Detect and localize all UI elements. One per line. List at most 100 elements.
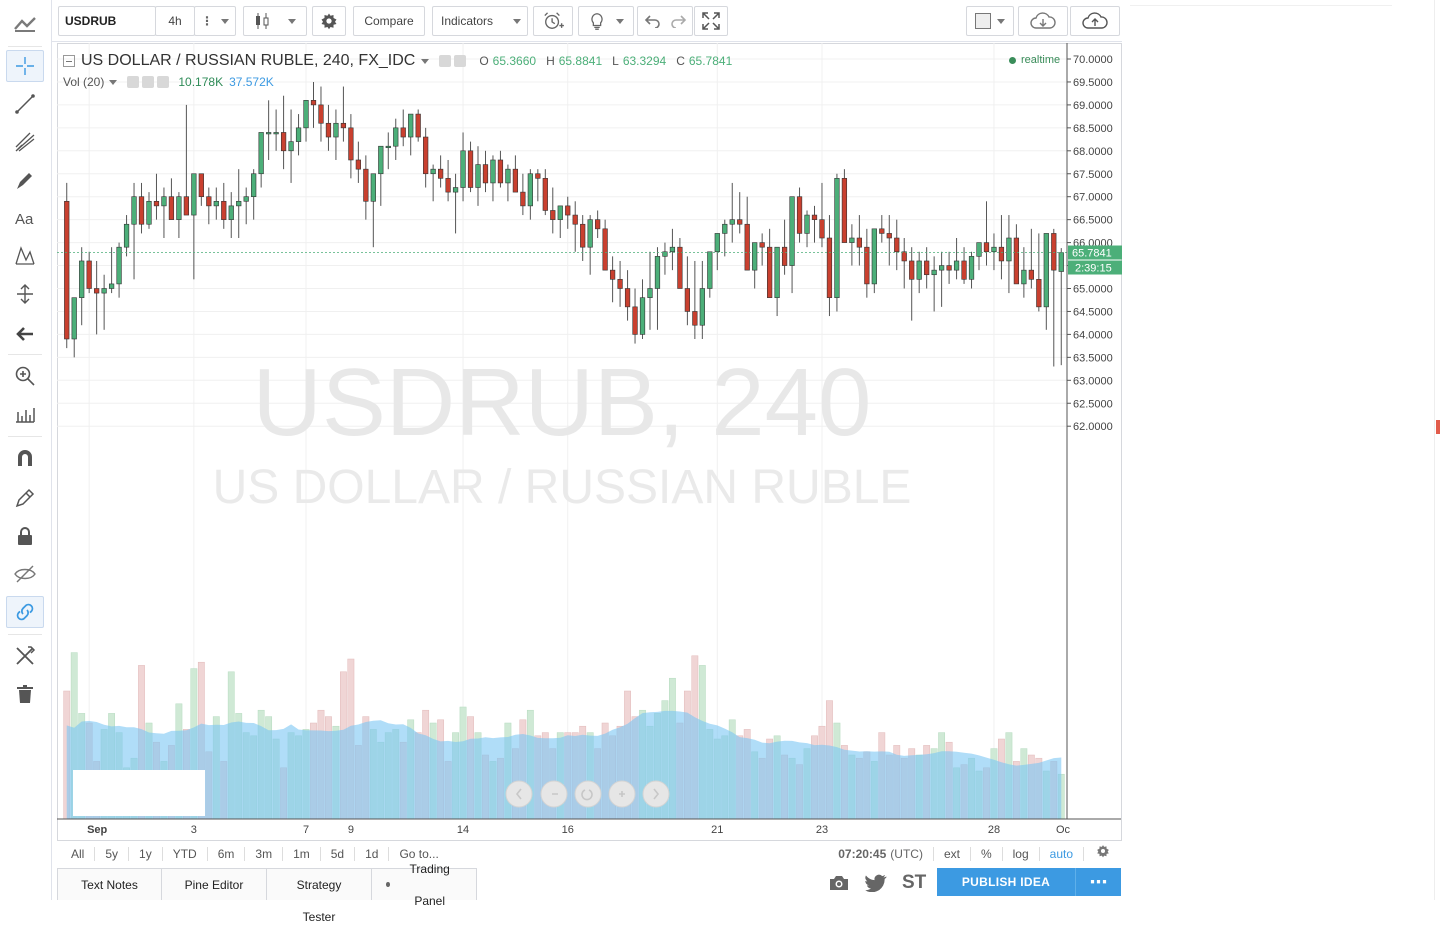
high-label: H <box>546 54 555 68</box>
collapse-legend-icon[interactable] <box>63 55 75 67</box>
indicators-button[interactable]: Indicators <box>432 6 528 36</box>
candle-body <box>639 297 646 335</box>
publish-idea-button[interactable]: PUBLISH IDEA ⋯ <box>937 868 1121 896</box>
stay-in-drawing-mode-icon[interactable] <box>6 482 44 514</box>
load-chart-button[interactable] <box>1018 6 1068 36</box>
tab-text-notes[interactable]: Text Notes <box>57 868 162 900</box>
measure-ruler-icon[interactable] <box>6 398 44 430</box>
candle <box>64 182 70 349</box>
lightbulb-icon <box>591 13 603 30</box>
candle <box>609 256 616 303</box>
more-options-icon[interactable]: ⋯ <box>1076 872 1121 893</box>
chart-canvas[interactable]: USDRUB, 240 US DOLLAR / RUSSIAN RUBLE 70… <box>57 43 1122 841</box>
pattern-tool-icon[interactable] <box>6 240 44 272</box>
scroll-left-button[interactable] <box>505 780 533 808</box>
candle <box>363 155 369 220</box>
candle <box>258 132 264 188</box>
magnet-icon[interactable] <box>6 442 44 474</box>
range-5y-button[interactable]: 5y <box>95 842 128 866</box>
twitter-icon[interactable] <box>865 874 887 892</box>
back-arrow-icon[interactable] <box>6 318 44 350</box>
volume-format-icon[interactable] <box>127 76 140 88</box>
lock-icon[interactable] <box>6 520 44 552</box>
time-tick-label: 21 <box>711 824 723 836</box>
log-scale-button[interactable]: log <box>1003 842 1039 866</box>
trendline-tool-icon[interactable] <box>6 88 44 120</box>
crosshair-tool-icon[interactable] <box>6 50 44 82</box>
candle-body <box>752 242 758 271</box>
candle-body <box>953 260 960 271</box>
measure-tool-icon[interactable] <box>6 278 44 310</box>
trash-icon[interactable] <box>6 678 44 710</box>
range-ytd-button[interactable]: YTD <box>163 842 207 866</box>
auto-scale-button[interactable]: auto <box>1040 842 1083 866</box>
time-tick-label: 14 <box>457 824 469 836</box>
candle-body <box>841 178 848 243</box>
candle-body <box>707 251 713 289</box>
create-alert-button[interactable] <box>533 6 573 36</box>
zoom-in-icon[interactable] <box>6 360 44 392</box>
chevron-down-icon[interactable] <box>109 79 118 85</box>
compare-button[interactable]: Compare <box>353 6 425 36</box>
symbol-search-input[interactable]: USDRUB <box>58 6 156 36</box>
interval-button[interactable]: 4h <box>155 6 195 36</box>
percent-scale-button[interactable]: % <box>971 842 1002 866</box>
stocktwits-icon[interactable]: ST <box>902 872 926 894</box>
candle <box>505 164 511 202</box>
fullscreen-button[interactable] <box>694 6 728 36</box>
sync-drawings-link-icon[interactable] <box>6 596 44 628</box>
candle-body <box>1036 279 1042 308</box>
chart-style-button[interactable] <box>243 6 307 36</box>
candle-body <box>722 223 728 234</box>
save-chart-button[interactable] <box>1070 6 1120 36</box>
candle-body <box>834 178 840 298</box>
scroll-right-button[interactable] <box>642 780 670 808</box>
candle <box>438 155 444 188</box>
range-1m-button[interactable]: 1m <box>283 842 320 866</box>
range-5d-button[interactable]: 5d <box>321 842 354 866</box>
chevron-down-icon[interactable] <box>421 58 430 64</box>
series-hide-icon[interactable] <box>454 55 467 67</box>
watermark-name: US DOLLAR / RUSSIAN RUBLE <box>213 461 912 514</box>
range-all-button[interactable]: All <box>57 842 94 866</box>
series-format-icon[interactable] <box>439 55 452 67</box>
text-tool-icon[interactable]: Aa <box>6 202 44 234</box>
layout-button[interactable] <box>966 6 1014 36</box>
tools-icon[interactable] <box>6 640 44 672</box>
ideas-stream-button[interactable] <box>578 6 634 36</box>
candle-body <box>512 168 519 193</box>
tradingview-logo-icon[interactable] <box>6 8 44 40</box>
candle <box>752 242 758 289</box>
candle-body <box>221 200 227 220</box>
clock-timezone[interactable]: (UTC) <box>888 842 933 866</box>
range-1d-button[interactable]: 1d <box>355 842 388 866</box>
pitchfork-tool-icon[interactable] <box>6 126 44 158</box>
candle <box>101 274 107 330</box>
tab-strategy-tester[interactable]: Strategy Tester <box>266 868 372 924</box>
axis-settings-button[interactable] <box>1084 842 1122 866</box>
tab-trading-panel[interactable]: Trading Panel <box>371 862 477 908</box>
candle-body <box>550 210 556 220</box>
candle <box>774 246 780 317</box>
tab-pine-editor[interactable]: Pine Editor <box>161 868 267 900</box>
hide-drawings-icon[interactable] <box>6 558 44 590</box>
price-axis[interactable]: 70.0000 69.5000 69.0000 68.5000 68.0000 67.50… <box>1066 43 1113 819</box>
brush-tool-icon[interactable] <box>6 164 44 196</box>
time-axis[interactable]: Sep 3 7 9 14 16 21 23 28 Oc <box>57 818 1121 836</box>
range-3m-button[interactable]: 3m <box>245 842 282 866</box>
volume-settings-icon[interactable] <box>142 76 155 88</box>
interval-dropdown[interactable]: ⋮ <box>194 6 236 36</box>
candle <box>737 192 743 234</box>
volume-remove-icon[interactable] <box>157 76 170 88</box>
range-6m-button[interactable]: 6m <box>208 842 245 866</box>
price-tick-label: 63.0000 <box>1073 375 1113 387</box>
candle <box>94 260 100 335</box>
ext-hours-button[interactable]: ext <box>934 842 970 866</box>
range-1y-button[interactable]: 1y <box>129 842 162 866</box>
chart-settings-button[interactable] <box>312 6 346 36</box>
reset-chart-button[interactable] <box>574 780 602 808</box>
candle-body <box>423 136 429 175</box>
redo-icon[interactable] <box>670 14 687 28</box>
camera-icon[interactable] <box>828 874 850 892</box>
undo-icon[interactable] <box>644 14 660 28</box>
